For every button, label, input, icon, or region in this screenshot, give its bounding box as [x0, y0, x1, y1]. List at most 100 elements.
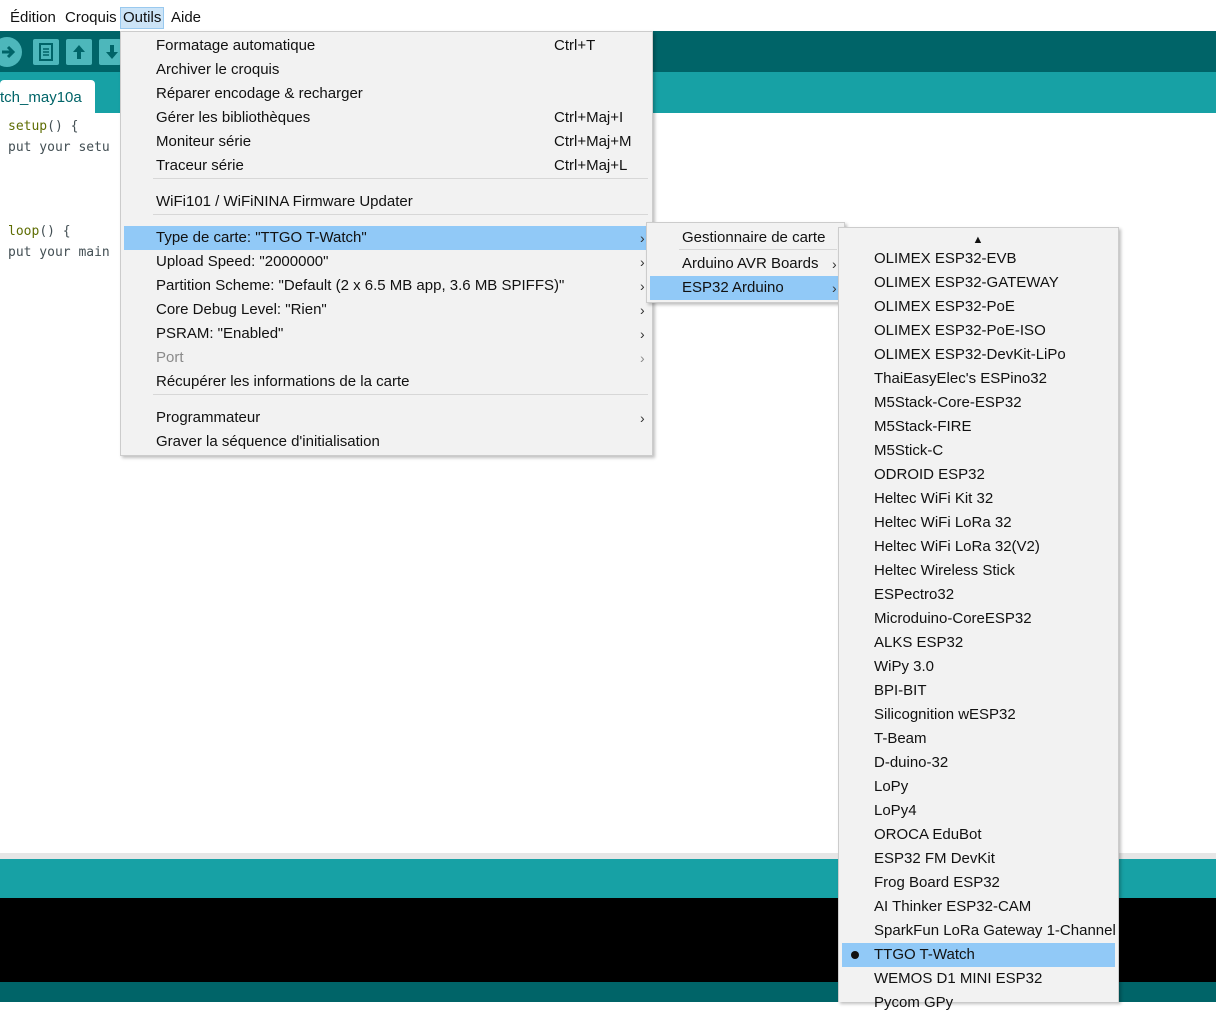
tab-sketch[interactable]: tch_may10a	[0, 80, 95, 113]
board-option-label: Silicognition wESP32	[874, 706, 1016, 723]
menu-item-core-debug-level-rien[interactable]: Core Debug Level: "Rien" ›	[124, 298, 649, 322]
board-option-olimex-esp32-evb[interactable]: OLIMEX ESP32-EVB	[842, 247, 1115, 271]
code-text: put your main	[8, 245, 110, 260]
board-option-m5stick-c[interactable]: M5Stick-C	[842, 439, 1115, 463]
board-option-lopy4[interactable]: LoPy4	[842, 799, 1115, 823]
menu-item-upload-speed-2000000[interactable]: Upload Speed: "2000000" ›	[124, 250, 649, 274]
menu-aide[interactable]: Aide	[171, 8, 201, 30]
board-option-label: ALKS ESP32	[874, 634, 964, 651]
board-option-olimex-esp32-poe-iso[interactable]: OLIMEX ESP32-PoE-ISO	[842, 319, 1115, 343]
new-sketch-button[interactable]	[33, 39, 59, 65]
board-option-alks-esp32[interactable]: ALKS ESP32	[842, 631, 1115, 655]
menu-fichier-edge[interactable]: ·	[0, 8, 1, 30]
menu-item-r-parer-encodage-recharger[interactable]: Réparer encodage & recharger	[124, 82, 649, 106]
menu-croquis[interactable]: Croquis	[65, 8, 117, 30]
board-option-label: Frog Board ESP32	[874, 874, 1000, 891]
menu-item-label: Traceur série	[156, 157, 244, 174]
menu-separator	[679, 249, 837, 250]
board-option-silicognition-wesp32[interactable]: Silicognition wESP32	[842, 703, 1115, 727]
board-option-pycom-gpy[interactable]: Pycom GPy	[842, 991, 1115, 1015]
scroll-up-icon[interactable]: ▲	[839, 232, 1117, 248]
menu-item-g-rer-les-biblioth-ques[interactable]: Gérer les bibliothèques Ctrl+Maj+I	[124, 106, 649, 130]
board-option-olimex-esp32-devkit-lipo[interactable]: OLIMEX ESP32-DevKit-LiPo	[842, 343, 1115, 367]
menu-item-shortcut: Ctrl+Maj+I	[554, 109, 624, 126]
board-option-wemos-d1-mini-esp32[interactable]: WEMOS D1 MINI ESP32	[842, 967, 1115, 991]
menu-item-programmateur[interactable]: Programmateur ›	[124, 406, 649, 430]
board-option-label: TTGO T-Watch	[874, 946, 975, 963]
board-option-m5stack-fire[interactable]: M5Stack-FIRE	[842, 415, 1115, 439]
code-line: loop() {	[8, 224, 71, 239]
board-option-label: WEMOS D1 MINI ESP32	[874, 970, 1043, 987]
board-option-label: BPI-BIT	[874, 682, 927, 699]
board-option-label: M5Stack-Core-ESP32	[874, 394, 1022, 411]
board-option-olimex-esp32-gateway[interactable]: OLIMEX ESP32-GATEWAY	[842, 271, 1115, 295]
board-option-d-duino-32[interactable]: D-duino-32	[842, 751, 1115, 775]
board-option-oroca-edubot[interactable]: OROCA EduBot	[842, 823, 1115, 847]
menu-item-shortcut: Ctrl+T	[554, 37, 596, 54]
menu-item-partition-scheme-default-2-x-6-5-mb-app-3-6-mb-spiffs[interactable]: Partition Scheme: "Default (2 x 6.5 MB a…	[124, 274, 649, 298]
code-text: () {	[39, 224, 71, 239]
code-line: put your setu	[8, 140, 110, 155]
verify-button[interactable]	[0, 37, 22, 67]
submenu-item-gestionnaire-de-carte[interactable]: Gestionnaire de carte	[650, 226, 841, 250]
menu-item-psram-enabled[interactable]: PSRAM: "Enabled" ›	[124, 322, 649, 346]
board-option-wipy-3-0[interactable]: WiPy 3.0	[842, 655, 1115, 679]
board-option-label: OLIMEX ESP32-GATEWAY	[874, 274, 1059, 291]
submenu-item-label: Arduino AVR Boards	[682, 255, 819, 272]
menu-item-wifi101-wifinina-firmware-updater[interactable]: WiFi101 / WiFiNINA Firmware Updater	[124, 190, 649, 214]
board-option-ttgo-t-watch[interactable]: TTGO T-Watch	[842, 943, 1115, 967]
board-option-bpi-bit[interactable]: BPI-BIT	[842, 679, 1115, 703]
board-option-t-beam[interactable]: T-Beam	[842, 727, 1115, 751]
submenu-item-arduino-avr-boards[interactable]: Arduino AVR Boards ›	[650, 252, 841, 276]
board-option-m5stack-core-esp32[interactable]: M5Stack-Core-ESP32	[842, 391, 1115, 415]
board-option-label: ThaiEasyElec's ESPino32	[874, 370, 1047, 387]
board-option-label: Heltec WiFi Kit 32	[874, 490, 994, 507]
board-option-esp32-fm-devkit[interactable]: ESP32 FM DevKit	[842, 847, 1115, 871]
menu-item-label: Partition Scheme: "Default (2 x 6.5 MB a…	[156, 277, 565, 294]
menu-separator	[153, 214, 648, 215]
board-option-heltec-wifi-lora-32-v2[interactable]: Heltec WiFi LoRa 32(V2)	[842, 535, 1115, 559]
submenu-item-esp32-arduino[interactable]: ESP32 Arduino ›	[650, 276, 841, 300]
board-option-label: Heltec Wireless Stick	[874, 562, 1015, 579]
menu-item-formatage-automatique[interactable]: Formatage automatique Ctrl+T	[124, 34, 649, 58]
menu-bar: · Édition Croquis Outils Aide	[0, 0, 1216, 31]
board-option-odroid-esp32[interactable]: ODROID ESP32	[842, 463, 1115, 487]
board-option-ai-thinker-esp32-cam[interactable]: AI Thinker ESP32-CAM	[842, 895, 1115, 919]
menu-item-moniteur-s-rie[interactable]: Moniteur série Ctrl+Maj+M	[124, 130, 649, 154]
verify-icon	[2, 45, 16, 59]
board-option-microduino-coreesp32[interactable]: Microduino-CoreESP32	[842, 607, 1115, 631]
board-option-heltec-wifi-kit-32[interactable]: Heltec WiFi Kit 32	[842, 487, 1115, 511]
board-option-label: LoPy	[874, 778, 909, 795]
menu-edition[interactable]: Édition	[10, 8, 56, 30]
chevron-right-icon: ›	[640, 230, 645, 246]
open-button[interactable]	[66, 39, 92, 65]
save-button[interactable]	[99, 39, 121, 65]
board-option-thaieasyelec-s-espino32[interactable]: ThaiEasyElec's ESPino32	[842, 367, 1115, 391]
menu-item-traceur-s-rie[interactable]: Traceur série Ctrl+Maj+L	[124, 154, 649, 178]
board-option-heltec-wifi-lora-32[interactable]: Heltec WiFi LoRa 32	[842, 511, 1115, 535]
menu-item-archiver-le-croquis[interactable]: Archiver le croquis	[124, 58, 649, 82]
board-option-label: AI Thinker ESP32-CAM	[874, 898, 1032, 915]
menu-item-type-de-carte-ttgo-t-watch[interactable]: Type de carte: "TTGO T-Watch" ›	[124, 226, 649, 250]
open-icon	[73, 45, 85, 59]
board-option-label: M5Stack-FIRE	[874, 418, 972, 435]
board-option-label: D-duino-32	[874, 754, 949, 771]
chevron-right-icon: ›	[640, 410, 645, 426]
menu-item-graver-la-s-quence-d-initialisation[interactable]: Graver la séquence d'initialisation	[124, 430, 649, 454]
menu-item-label: Port	[156, 349, 184, 366]
board-option-label: OLIMEX ESP32-DevKit-LiPo	[874, 346, 1066, 363]
menu-item-r-cup-rer-les-informations-de-la-carte[interactable]: Récupérer les informations de la carte	[124, 370, 649, 394]
board-option-sparkfun-lora-gateway-1-channel[interactable]: SparkFun LoRa Gateway 1-Channel	[842, 919, 1116, 943]
board-option-lopy[interactable]: LoPy	[842, 775, 1115, 799]
code-text: () {	[47, 119, 79, 134]
board-option-espectro32[interactable]: ESPectro32	[842, 583, 1115, 607]
board-option-olimex-esp32-poe[interactable]: OLIMEX ESP32-PoE	[842, 295, 1115, 319]
menu-item-label: Programmateur	[156, 409, 261, 426]
board-option-label: OLIMEX ESP32-PoE	[874, 298, 1015, 315]
board-type-submenu: Gestionnaire de carte Arduino AVR Boards ›…	[646, 222, 845, 303]
board-option-heltec-wireless-stick[interactable]: Heltec Wireless Stick	[842, 559, 1115, 583]
menu-separator	[153, 178, 648, 179]
menu-outils[interactable]: Outils	[120, 7, 165, 29]
menu-item-label: Type de carte: "TTGO T-Watch"	[156, 229, 367, 246]
board-option-frog-board-esp32[interactable]: Frog Board ESP32	[842, 871, 1115, 895]
